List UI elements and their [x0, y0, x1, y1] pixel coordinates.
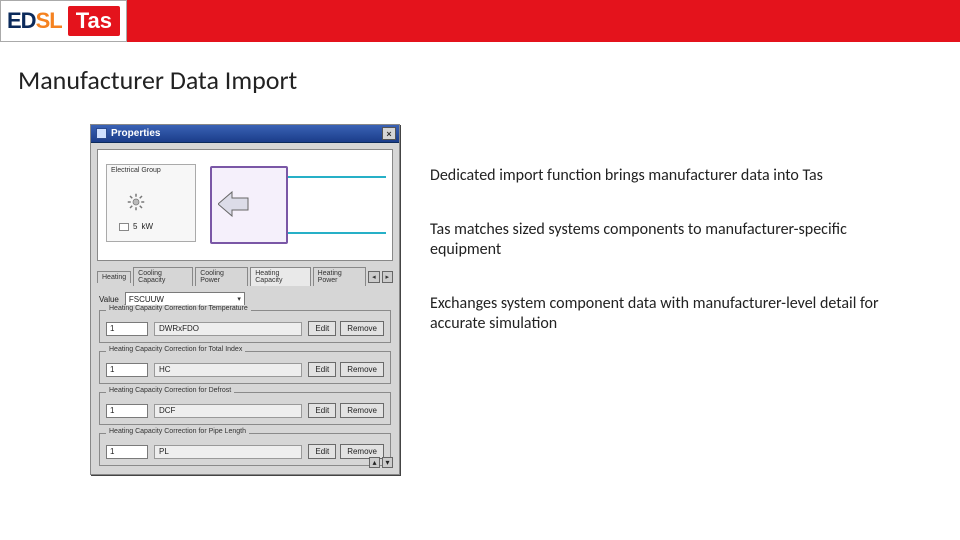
- panel-body: Heating Capacity Correction for Temperat…: [91, 306, 399, 474]
- group-index-readout: HC: [154, 363, 302, 377]
- close-button[interactable]: ×: [382, 127, 396, 140]
- value-row: Value FSCUUW ▾: [91, 286, 399, 306]
- titlebar: Properties ×: [91, 125, 399, 143]
- tab-heating-power[interactable]: Heating Power: [313, 267, 366, 286]
- bullet-list: Dedicated import function brings manufac…: [400, 124, 920, 475]
- value-label: Value: [99, 295, 119, 304]
- electrical-group-box: Electrical Group 5 kW: [106, 164, 196, 242]
- tab-strip: Heating Cooling Capacity Cooling Power H…: [91, 267, 399, 286]
- bullet-3: Exchanges system component data with man…: [430, 294, 920, 334]
- group-index-edit-button[interactable]: Edit: [308, 362, 336, 377]
- kw-value: 5: [133, 222, 137, 231]
- pipe-return: [288, 232, 386, 234]
- group-pipe-edit-button[interactable]: Edit: [308, 444, 336, 459]
- electrical-group-label: Electrical Group: [107, 165, 195, 176]
- bullet-2: Tas matches sized systems components to …: [430, 220, 920, 260]
- group-temp-remove-button[interactable]: Remove: [340, 321, 384, 336]
- group-temp-readout: DWRxFDO: [154, 322, 302, 336]
- page-title: Manufacturer Data Import: [0, 42, 960, 96]
- group-index-legend: Heating Capacity Correction for Total In…: [106, 346, 245, 353]
- tab-scroll-right[interactable]: ▸: [382, 271, 393, 283]
- brand-sl: SL: [36, 8, 62, 33]
- brand-ed: ED: [7, 8, 36, 33]
- tab-heating-capacity[interactable]: Heating Capacity: [250, 267, 310, 286]
- group-temp-num[interactable]: 1: [106, 322, 148, 336]
- content-row: Properties × Electrical Group 5 kW: [0, 96, 960, 475]
- group-total-index-correction: Heating Capacity Correction for Total In…: [99, 351, 391, 384]
- group-pipe-num[interactable]: 1: [106, 445, 148, 459]
- group-temp-correction: Heating Capacity Correction for Temperat…: [99, 310, 391, 343]
- vertical-scroll-buttons: ▴ ▾: [369, 457, 393, 468]
- chevron-down-icon: ▾: [237, 295, 241, 303]
- return-arrow-icon: [218, 190, 250, 218]
- brand-logo: EDSL Tas: [0, 0, 127, 42]
- header-bar: EDSL Tas: [0, 0, 960, 42]
- bullet-1: Dedicated import function brings manufac…: [430, 166, 920, 186]
- pipe-supply: [288, 176, 386, 178]
- value-dropdown-text: FSCUUW: [129, 295, 164, 304]
- window-icon: [96, 128, 107, 139]
- group-pipe-legend: Heating Capacity Correction for Pipe Len…: [106, 428, 249, 435]
- scroll-down-button[interactable]: ▾: [382, 457, 393, 468]
- kw-label: kW: [141, 222, 153, 231]
- group-defrost-readout: DCF: [154, 404, 302, 418]
- kw-readout: 5 kW: [119, 222, 153, 231]
- value-dropdown[interactable]: FSCUUW ▾: [125, 292, 245, 306]
- gear-icon: [127, 193, 145, 211]
- properties-window: Properties × Electrical Group 5 kW: [90, 124, 400, 475]
- group-index-num[interactable]: 1: [106, 363, 148, 377]
- tab-cooling-power[interactable]: Cooling Power: [195, 267, 248, 286]
- kw-connector-icon: [119, 223, 129, 231]
- group-defrost-num[interactable]: 1: [106, 404, 148, 418]
- brand-edsl: EDSL: [7, 8, 62, 34]
- diagram-stage: Electrical Group 5 kW: [97, 149, 393, 261]
- group-defrost-legend: Heating Capacity Correction for Defrost: [106, 387, 234, 394]
- group-defrost-edit-button[interactable]: Edit: [308, 403, 336, 418]
- group-temp-edit-button[interactable]: Edit: [308, 321, 336, 336]
- window-title: Properties: [111, 128, 160, 139]
- brand-tas: Tas: [68, 6, 120, 36]
- scroll-up-button[interactable]: ▴: [369, 457, 380, 468]
- tab-heating[interactable]: Heating: [97, 271, 131, 283]
- tab-cooling-capacity[interactable]: Cooling Capacity: [133, 267, 193, 286]
- group-pipe-readout: PL: [154, 445, 302, 459]
- group-index-remove-button[interactable]: Remove: [340, 362, 384, 377]
- tab-scroll-left[interactable]: ◂: [368, 271, 379, 283]
- group-pipe-length-correction: Heating Capacity Correction for Pipe Len…: [99, 433, 391, 466]
- group-defrost-remove-button[interactable]: Remove: [340, 403, 384, 418]
- group-temp-legend: Heating Capacity Correction for Temperat…: [106, 305, 251, 312]
- group-defrost-correction: Heating Capacity Correction for Defrost …: [99, 392, 391, 425]
